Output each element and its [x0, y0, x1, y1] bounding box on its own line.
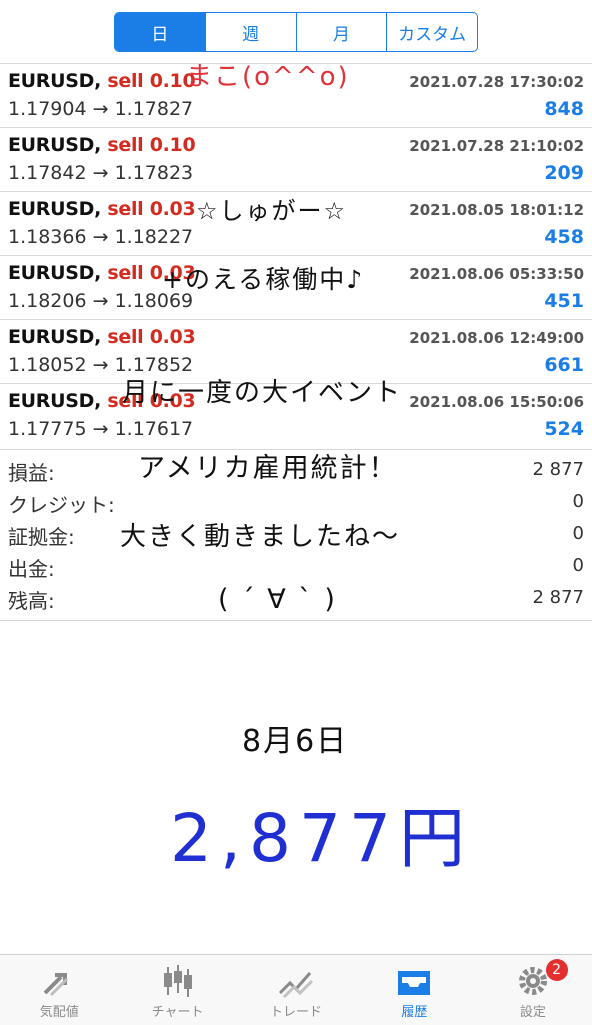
trade-row[interactable]: EURUSD, sell 0.10 2021.07.28 21:10:02 1.…	[0, 127, 592, 191]
trade-side-volume: sell 0.10	[107, 70, 196, 92]
trade-symbol-line: EURUSD, sell 0.10	[8, 134, 196, 156]
trade-datetime: 2021.08.05 18:01:12	[409, 201, 584, 219]
trade-datetime: 2021.08.06 15:50:06	[409, 393, 584, 411]
handwritten-line-6: ( ´ ∀ ` )	[218, 584, 337, 615]
trade-profit: 458	[544, 226, 584, 248]
summary-value: 0	[572, 523, 584, 544]
trade-symbol: EURUSD,	[8, 70, 102, 92]
summary-value: 0	[572, 555, 584, 576]
trade-symbol: EURUSD,	[8, 262, 102, 284]
summary-label: 残高:	[8, 589, 55, 613]
trade-symbol-line: EURUSD, sell 0.03	[8, 198, 196, 220]
notification-badge: 2	[545, 959, 568, 981]
trade-profit: 661	[544, 354, 584, 376]
trade-datetime: 2021.07.28 17:30:02	[409, 73, 584, 91]
tab-custom[interactable]: カスタム	[386, 13, 477, 51]
handwritten-line-2: +のえる稼働中♪	[162, 265, 365, 294]
trade-symbol: EURUSD,	[8, 390, 102, 412]
tab-label: トレード	[270, 1005, 323, 1020]
handwritten-line-3: 月に一度の大イベント	[122, 378, 403, 408]
trade-symbol: EURUSD,	[8, 134, 102, 156]
trade-side-volume: sell 0.10	[107, 134, 196, 156]
period-segmented-control: 日 週 月 カスタム	[114, 12, 478, 52]
trade-prices: 1.17775 → 1.17617	[8, 418, 194, 440]
trade-symbol: EURUSD,	[8, 198, 102, 220]
trade-profit: 848	[544, 98, 584, 120]
tab-label: チャート	[151, 1005, 204, 1020]
trade-profit: 451	[544, 290, 584, 312]
history-inbox-icon	[398, 971, 431, 995]
trade-symbol: EURUSD,	[8, 326, 102, 348]
handwritten-date: 8月6日	[242, 724, 349, 759]
summary-value: 2 877	[532, 459, 584, 480]
trade-trend-icon	[278, 972, 314, 999]
tab-chart[interactable]: チャート	[118, 955, 236, 1025]
trade-datetime: 2021.07.28 21:10:02	[409, 137, 584, 155]
divider	[0, 620, 592, 621]
tab-trade[interactable]: トレード	[237, 955, 355, 1025]
trade-profit: 524	[544, 418, 584, 440]
tab-settings[interactable]: 設定 2	[474, 955, 592, 1025]
tab-week[interactable]: 週	[204, 13, 296, 51]
trade-symbol-line: EURUSD, sell 0.10	[8, 70, 196, 92]
tab-label: 履歴	[401, 1005, 428, 1020]
tab-label: 気配値	[39, 1005, 79, 1020]
quotes-arrows-icon	[43, 973, 69, 997]
summary-value: 0	[572, 491, 584, 512]
bottom-tab-bar: 気配値 チャート トレード 履歴 設定 2	[0, 954, 592, 1025]
trade-side-volume: sell 0.03	[107, 326, 196, 348]
summary-row-credit: クレジット: 0	[0, 482, 592, 517]
tab-day[interactable]: 日	[115, 13, 205, 51]
trade-profit: 209	[544, 162, 584, 184]
tab-quotes[interactable]: 気配値	[0, 955, 118, 1025]
trade-prices: 1.18366 → 1.18227	[8, 226, 194, 248]
handwritten-name: まこ(o^^o)	[186, 62, 350, 92]
candlestick-chart-icon	[163, 965, 192, 997]
trade-prices: 1.17842 → 1.17823	[8, 162, 194, 184]
handwritten-total: 2,877円	[170, 800, 473, 877]
summary-value: 2 877	[532, 587, 584, 608]
trade-symbol-line: EURUSD, sell 0.03	[8, 326, 196, 348]
trade-datetime: 2021.08.06 12:49:00	[409, 329, 584, 347]
handwritten-line-5: 大きく動きましたね〜	[120, 522, 401, 552]
trade-datetime: 2021.08.06 05:33:50	[409, 265, 584, 283]
handwritten-line-4: アメリカ雇用統計！	[138, 453, 398, 484]
tab-history[interactable]: 履歴	[355, 955, 473, 1025]
handwritten-line-1: ☆しゅがー☆	[196, 197, 348, 225]
trade-prices: 1.17904 → 1.17827	[8, 98, 194, 120]
trade-side-volume: sell 0.03	[107, 198, 196, 220]
tab-month[interactable]: 月	[295, 13, 387, 51]
tab-label: 設定	[519, 1005, 546, 1020]
